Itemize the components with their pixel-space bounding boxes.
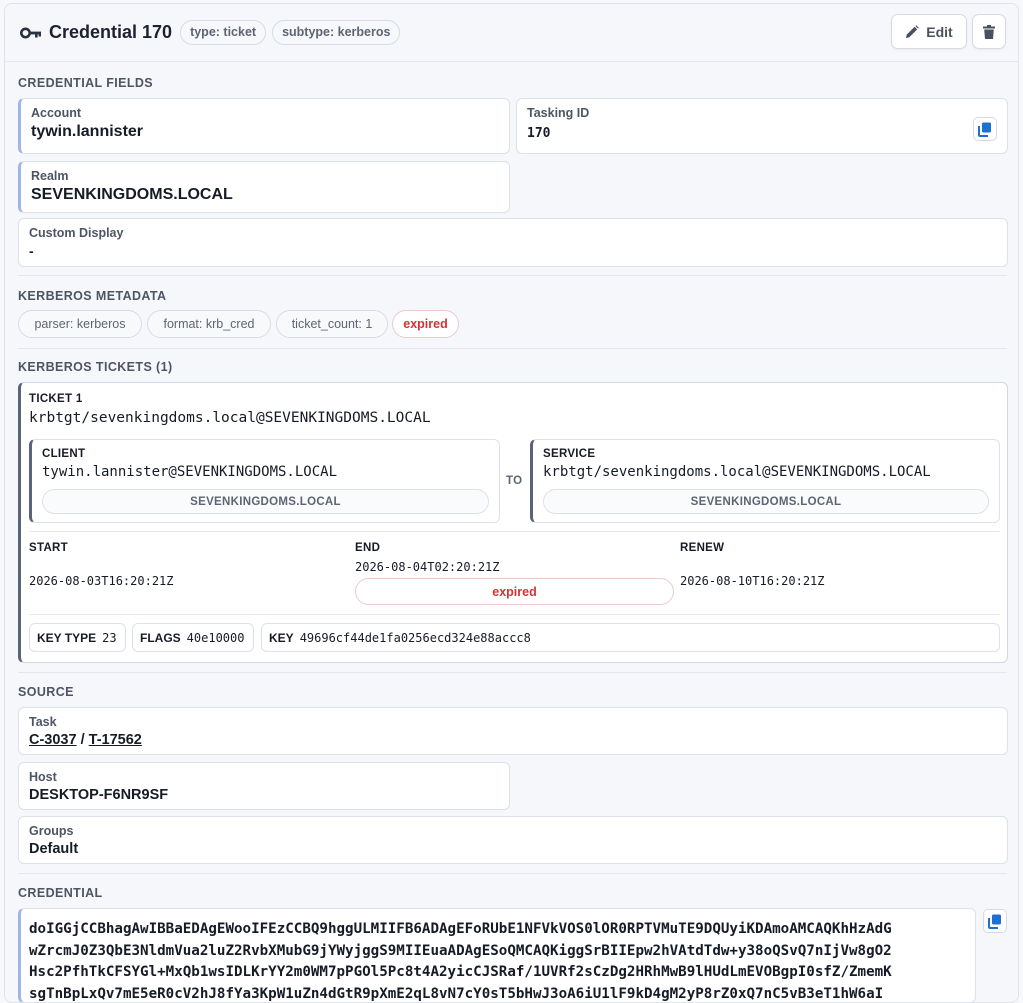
end-expired-badge: expired <box>355 578 674 605</box>
copy-credential-button[interactable] <box>983 909 1007 933</box>
end-label: END <box>355 542 380 554</box>
edit-label: Edit <box>926 24 952 40</box>
groups-field: Groups Default <box>18 816 1008 864</box>
ticket-spn: krbtgt/sevenkingdoms.local@SEVENKINGDOMS… <box>29 410 431 426</box>
key-icon <box>20 26 42 40</box>
parser-chip: parser: kerberos <box>18 310 142 338</box>
credential-blob[interactable]: doIGGjCCBhagAwIBBaEDAgEWooIFEzCCBQ9hggUL… <box>18 908 976 1003</box>
copy-tasking-id-button[interactable] <box>973 117 997 141</box>
copy-icon <box>988 914 1002 929</box>
trash-icon <box>983 25 995 39</box>
divider <box>18 873 1007 874</box>
task-label: Task <box>29 715 997 729</box>
header: Credential 170 type: ticket subtype: ker… <box>5 4 1018 62</box>
page-title: Credential 170 <box>49 22 172 43</box>
task-field: Task C-3037 / T-17562 <box>18 707 1008 755</box>
kerberos-metadata-title: KERBEROS METADATA <box>18 289 166 303</box>
credential-line: Hsc2PfhTkCFSYGl+MxQb1wsIDLKrYY2m0WM7pPGO… <box>29 962 967 984</box>
service-principal: SERVICE krbtgt/sevenkingdoms.local@SEVEN… <box>530 439 1000 523</box>
subtype-chip: subtype: kerberos <box>272 20 400 45</box>
divider <box>18 348 1007 349</box>
host-field: Host DESKTOP-F6NR9SF <box>18 762 510 810</box>
key-chip: KEY 49696cf44de1fa0256ecd324e88accc8 <box>261 623 1000 652</box>
renew-value: 2026-08-10T16:20:21Z <box>680 574 825 588</box>
key-type-label: KEY TYPE <box>37 631 96 645</box>
kerberos-tickets-title: KERBEROS TICKETS (1) <box>18 360 173 374</box>
source-title: SOURCE <box>18 685 74 699</box>
copy-icon <box>978 122 992 137</box>
client-realm: SEVENKINGDOMS.LOCAL <box>42 489 489 514</box>
end-value: 2026-08-04T02:20:21Z <box>355 560 500 574</box>
host-label: Host <box>29 770 499 784</box>
start-value: 2026-08-03T16:20:21Z <box>29 574 174 588</box>
ticket-count-chip: ticket_count: 1 <box>276 310 388 338</box>
credential-title: CREDENTIAL <box>18 886 103 900</box>
start-label: START <box>29 542 68 554</box>
flags-value: 40e10000 <box>187 631 245 645</box>
task-separator: / <box>77 732 89 748</box>
flags-label: FLAGS <box>140 631 181 645</box>
service-label: SERVICE <box>543 448 989 460</box>
client-label: CLIENT <box>42 448 489 460</box>
expired-badge: expired <box>392 310 459 338</box>
type-chip: type: ticket <box>180 20 266 45</box>
task-callback-link[interactable]: C-3037 <box>29 732 77 748</box>
account-label: Account <box>31 106 499 120</box>
task-id-link[interactable]: T-17562 <box>89 732 142 748</box>
realm-field: Realm SEVENKINGDOMS.LOCAL <box>18 161 510 213</box>
service-value: krbtgt/sevenkingdoms.local@SEVENKINGDOMS… <box>543 464 989 480</box>
tasking-id-label: Tasking ID <box>527 106 997 120</box>
credential-line: wZrcmJ0Z3QbE3NldmVua2luZ2RvbXMubG9jYWyjg… <box>29 941 967 963</box>
ticket-card: TICKET 1 krbtgt/sevenkingdoms.local@SEVE… <box>18 382 1008 663</box>
client-value: tywin.lannister@SEVENKINGDOMS.LOCAL <box>42 464 489 480</box>
client-principal: CLIENT tywin.lannister@SEVENKINGDOMS.LOC… <box>29 439 500 523</box>
host-value: DESKTOP-F6NR9SF <box>29 787 499 803</box>
credential-fields-title: CREDENTIAL FIELDS <box>18 76 153 90</box>
divider <box>18 672 1007 673</box>
divider <box>18 275 1007 276</box>
to-label: TO <box>506 475 522 487</box>
flags-chip: FLAGS 40e10000 <box>132 623 254 652</box>
account-field: Account tywin.lannister <box>18 98 510 154</box>
renew-label: RENEW <box>680 542 724 554</box>
divider <box>29 531 1000 532</box>
delete-button[interactable] <box>972 14 1006 49</box>
tasking-id-value: 170 <box>527 126 997 141</box>
custom-display-field: Custom Display - <box>18 218 1008 267</box>
pencil-icon <box>905 25 919 39</box>
credential-line: doIGGjCCBhagAwIBBaEDAgEWooIFEzCCBQ9hggUL… <box>29 919 967 941</box>
key-value: 49696cf44de1fa0256ecd324e88accc8 <box>300 631 531 645</box>
credential-panel: Credential 170 type: ticket subtype: ker… <box>4 3 1019 1003</box>
custom-display-value: - <box>29 243 997 259</box>
realm-value: SEVENKINGDOMS.LOCAL <box>31 186 499 204</box>
divider <box>29 614 1000 615</box>
key-type-value: 23 <box>102 631 116 645</box>
service-realm: SEVENKINGDOMS.LOCAL <box>543 489 989 514</box>
credential-line: sgTnBpLxQv7mE5eR0cV2hJ8fYa3KpW1uZn4dGtR9… <box>29 984 967 1003</box>
custom-display-label: Custom Display <box>29 226 997 240</box>
groups-label: Groups <box>29 824 997 838</box>
format-chip: format: krb_cred <box>147 310 271 338</box>
account-value: tywin.lannister <box>31 123 499 141</box>
key-label: KEY <box>269 631 294 645</box>
realm-label: Realm <box>31 169 499 183</box>
edit-button[interactable]: Edit <box>891 14 967 49</box>
tasking-id-field: Tasking ID 170 <box>516 98 1008 154</box>
key-type-chip: KEY TYPE 23 <box>29 623 126 652</box>
ticket-label: TICKET 1 <box>29 393 83 405</box>
groups-value: Default <box>29 841 997 857</box>
